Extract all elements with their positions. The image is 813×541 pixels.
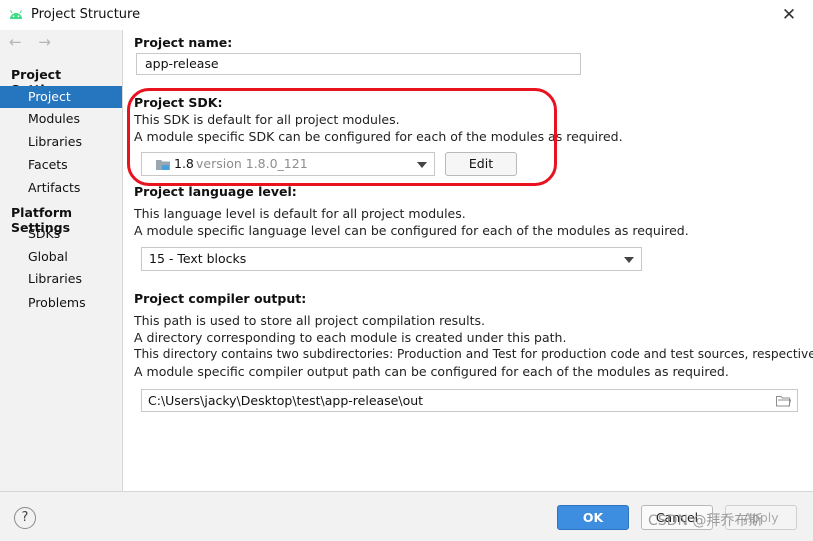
android-studio-icon (10, 10, 22, 19)
language-level-description-1: This language level is default for all p… (134, 206, 466, 221)
close-icon[interactable]: ✕ (779, 5, 799, 25)
compiler-output-path: C:\Users\jacky\Desktop\test\app-release\… (148, 393, 424, 408)
dialog-footer: ? OK Cancel Apply CSDN @拜乔布斯 (0, 491, 813, 541)
window-title: Project Structure (31, 7, 141, 22)
sidebar: ← → Project Settings Project Modules Lib… (0, 30, 123, 491)
browse-folder-icon[interactable] (776, 395, 791, 407)
sidebar-item-facets[interactable]: Facets (0, 154, 122, 176)
sidebar-item-problems[interactable]: Problems (0, 292, 122, 314)
compiler-output-description-3: This directory contains two subdirectori… (134, 347, 813, 361)
ok-button[interactable]: OK (557, 505, 629, 530)
compiler-output-path-input[interactable]: C:\Users\jacky\Desktop\test\app-release\… (141, 389, 798, 412)
help-icon[interactable]: ? (14, 507, 36, 529)
sidebar-item-modules[interactable]: Modules (0, 108, 122, 130)
sidebar-item-global-libraries[interactable]: Global Libraries (0, 246, 122, 286)
language-level-label: Project language level: (134, 184, 297, 199)
project-name-label: Project name: (134, 35, 233, 50)
title-bar: Project Structure ✕ (0, 0, 813, 30)
sidebar-item-artifacts[interactable]: Artifacts (0, 177, 122, 199)
red-annotation-outline (127, 88, 557, 186)
sidebar-item-libraries[interactable]: Libraries (0, 131, 122, 153)
sidebar-item-project[interactable]: Project (0, 86, 122, 108)
compiler-output-label: Project compiler output: (134, 291, 307, 306)
csdn-watermark: CSDN @拜乔布斯 (648, 513, 763, 529)
language-level-dropdown[interactable]: 15 - Text blocks (141, 247, 642, 271)
chevron-down-icon (624, 257, 634, 263)
compiler-output-description-2: A directory corresponding to each module… (134, 330, 567, 345)
language-level-description-2: A module specific language level can be … (134, 223, 689, 238)
project-name-input[interactable]: app-release (136, 53, 581, 75)
back-forward-arrows-icon[interactable]: ← → (9, 33, 57, 51)
sidebar-item-sdks[interactable]: SDKs (0, 223, 122, 245)
language-level-value: 15 - Text blocks (149, 251, 247, 266)
compiler-output-description-4: A module specific compiler output path c… (134, 364, 729, 379)
compiler-output-description-1: This path is used to store all project c… (134, 313, 485, 328)
